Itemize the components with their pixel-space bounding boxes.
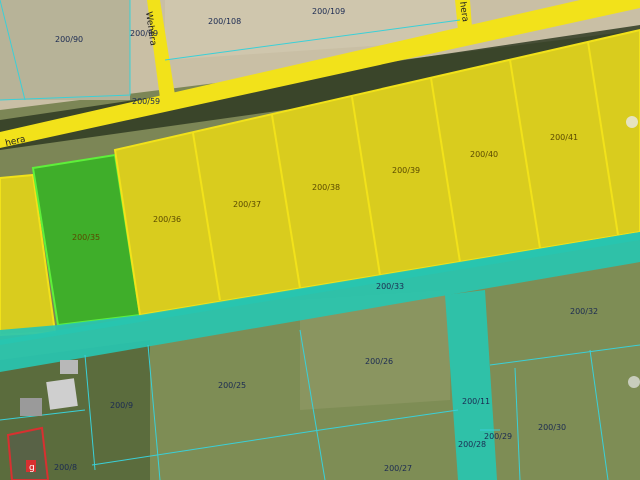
red-building-outline[interactable] [6,426,50,480]
marker-label: g [29,463,35,473]
label-200-11: 200/11 [462,397,490,406]
label-200-25: 200/25 [218,381,246,390]
label-200-28: 200/28 [458,440,486,449]
label-200-27: 200/27 [384,464,412,473]
label-200-29: 200/29 [484,432,512,441]
label-200-39: 200/39 [392,166,420,175]
label-200-30: 200/30 [538,423,566,432]
label-200-108: 200/108 [208,17,241,26]
right-edge-blob [626,116,638,128]
label-200-90: 200/90 [55,35,83,44]
right-edge-blob-lower [628,376,640,388]
label-200-36: 200/36 [153,215,181,224]
label-200-59: 200/59 [132,97,160,106]
label-200-33: 200/33 [376,282,404,291]
label-200-8: 200/8 [54,463,77,472]
label-200-40: 200/40 [470,150,498,159]
map-canvas: 200/90 200/99 200/108 200/109 200/59 200… [0,0,640,480]
label-200-109: 200/109 [312,7,345,16]
label-200-38: 200/38 [312,183,340,192]
label-200-9: 200/9 [110,401,133,410]
label-200-26: 200/26 [365,357,393,366]
parcel-map[interactable]: 200/90 200/99 200/108 200/109 200/59 200… [0,0,640,480]
upper-left-field [0,0,130,100]
label-200-32: 200/32 [570,307,598,316]
label-200-41: 200/41 [550,133,578,142]
label-200-37: 200/37 [233,200,261,209]
label-200-35: 200/35 [72,233,100,242]
